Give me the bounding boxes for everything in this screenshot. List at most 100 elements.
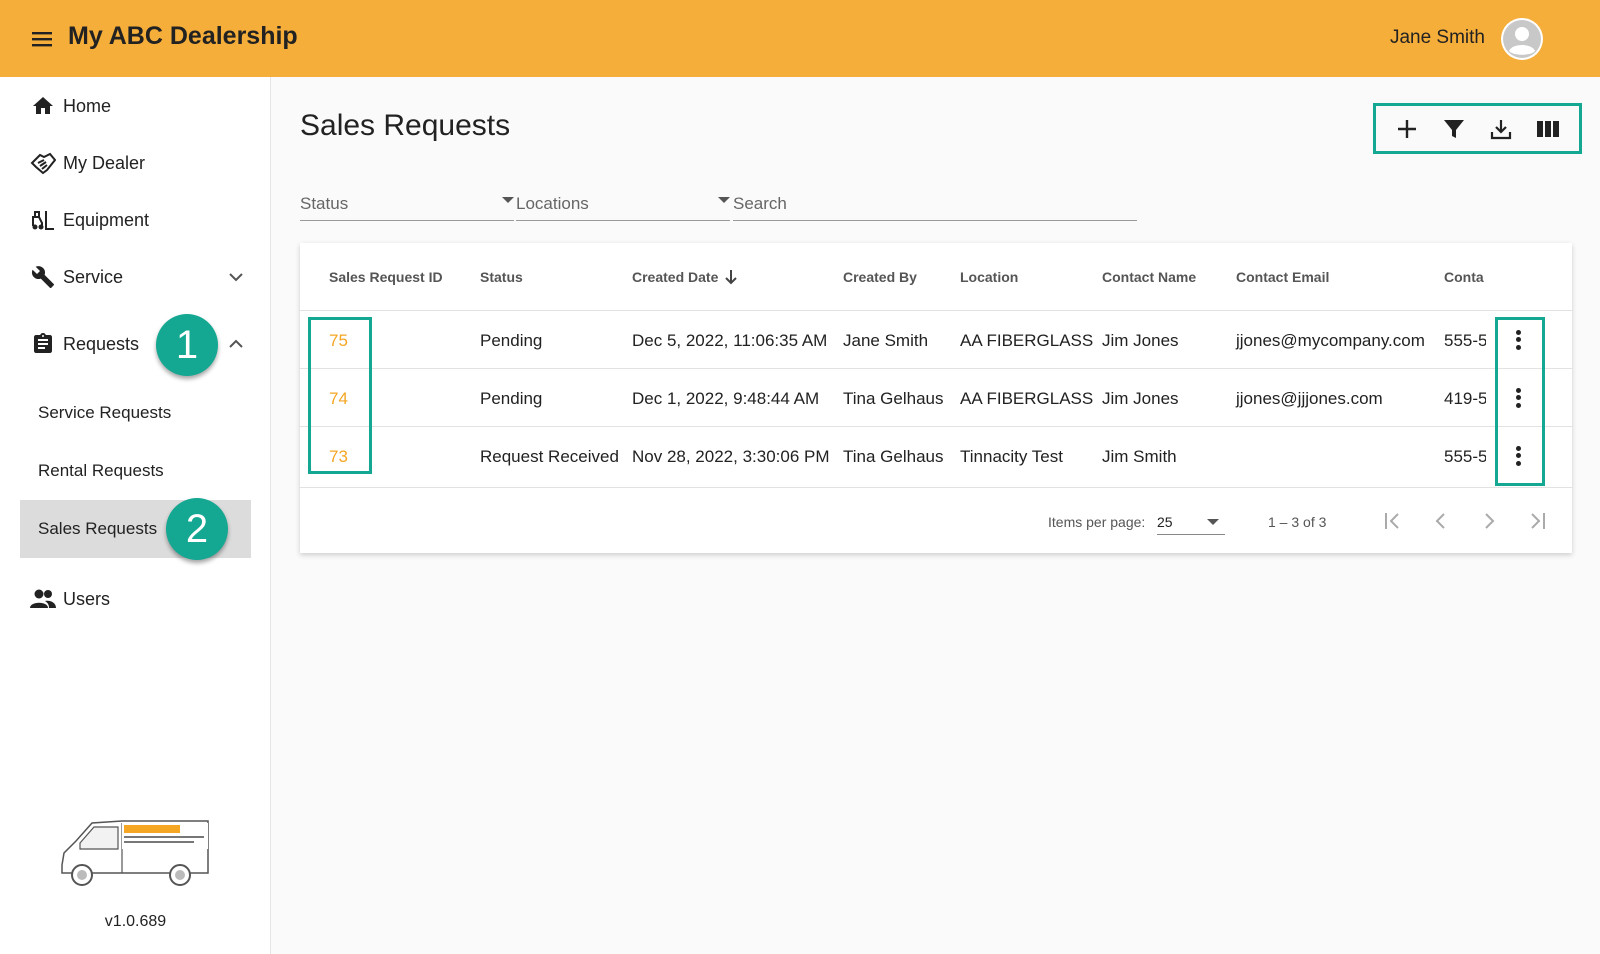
chevron-right-icon — [1485, 513, 1495, 529]
cell-contact-name: Jim Jones — [1102, 331, 1179, 350]
column-header-created-by[interactable]: Created By — [843, 269, 917, 285]
cell-contact-phone: 419-5 — [1444, 389, 1486, 408]
table-toolbar — [1373, 103, 1582, 154]
cell-location: Tinnacity Test — [960, 447, 1063, 466]
first-page-icon — [1385, 513, 1399, 529]
row-actions-menu-icon[interactable] — [1508, 325, 1528, 355]
last-page-button[interactable] — [1524, 508, 1550, 534]
sidebar-item-label: Home — [63, 95, 112, 116]
column-header-contact-email[interactable]: Contact Email — [1236, 269, 1329, 285]
row-actions-menu-icon[interactable] — [1508, 383, 1528, 413]
sidebar-item-equipment[interactable]: Equipment — [0, 197, 271, 243]
column-header-id[interactable]: Sales Request ID — [329, 269, 443, 285]
sidebar-subitem-label: Sales Requests — [38, 519, 158, 538]
download-button[interactable] — [1486, 114, 1516, 144]
sidebar-item-home[interactable]: Home — [0, 83, 271, 129]
column-header-contact-name[interactable]: Contact Name — [1102, 269, 1196, 285]
add-icon — [1398, 119, 1417, 138]
cell-created-date: Dec 1, 2022, 9:48:44 AM — [632, 389, 820, 408]
chevron-left-icon — [1435, 513, 1445, 529]
table-row[interactable]: 75 Pending Dec 5, 2022, 11:06:35 AM Jane… — [300, 310, 1572, 368]
sales-requests-table: Sales Request ID Status Created Date Cre… — [300, 243, 1572, 553]
cell-created-by: Tina Gelhaus — [843, 447, 944, 466]
table-row[interactable]: 73 Request Received Nov 28, 2022, 3:30:0… — [300, 426, 1572, 484]
dropdown-arrow-icon — [718, 197, 730, 203]
wrench-icon — [30, 264, 56, 290]
sidebar-item-label: Requests — [63, 333, 140, 354]
sidebar-item-label: Equipment — [63, 209, 150, 230]
status-filter-select[interactable]: Status — [300, 188, 514, 221]
next-page-button[interactable] — [1476, 508, 1502, 534]
clipboard-icon — [30, 331, 56, 357]
page-title: Sales Requests — [300, 109, 511, 142]
request-id-link[interactable]: 73 — [329, 447, 348, 467]
previous-page-button[interactable] — [1428, 508, 1454, 534]
columns-button[interactable] — [1533, 114, 1563, 144]
paginator: Items per page: 25 1 – 3 of 3 — [300, 487, 1572, 553]
forklift-icon — [30, 207, 56, 233]
app-header: My ABC Dealership Jane Smith — [0, 0, 1600, 77]
callout-badge-2: 2 — [166, 498, 228, 560]
add-button[interactable] — [1392, 114, 1422, 144]
request-id-link[interactable]: 74 — [329, 389, 348, 409]
user-avatar-icon — [1503, 20, 1541, 58]
items-per-page-label: Items per page: — [1048, 514, 1146, 530]
filter-button[interactable] — [1439, 114, 1469, 144]
app-version: v1.0.689 — [104, 913, 167, 930]
chevron-down-icon — [226, 267, 246, 287]
locations-filter-select[interactable]: Locations — [516, 188, 730, 221]
cell-contact-phone: 555-5 — [1444, 447, 1486, 466]
items-per-page-select[interactable]: 25 — [1157, 506, 1225, 535]
first-page-button[interactable] — [1380, 508, 1406, 534]
menu-icon[interactable] — [30, 27, 54, 51]
sidebar-item-users[interactable]: Users — [0, 576, 271, 622]
sidebar-item-requests[interactable]: Requests — [0, 321, 271, 367]
users-icon — [30, 586, 56, 612]
column-header-location[interactable]: Location — [960, 269, 1018, 285]
search-input[interactable]: Search — [733, 188, 1137, 221]
user-name[interactable]: Jane Smith — [1390, 27, 1485, 49]
column-header-status[interactable]: Status — [480, 269, 523, 285]
column-header-created-date[interactable]: Created Date — [632, 269, 718, 285]
columns-icon — [1536, 120, 1559, 137]
sidebar-item-label: My Dealer — [63, 152, 146, 173]
cell-created-date: Dec 5, 2022, 11:06:35 AM — [632, 331, 828, 350]
callout-badge-1: 1 — [156, 314, 218, 376]
dropdown-arrow-icon — [1207, 519, 1219, 525]
cell-status: Pending — [480, 331, 543, 350]
items-per-page-value: 25 — [1157, 514, 1173, 530]
sidebar-subitem-service-requests[interactable]: Service Requests — [20, 384, 251, 442]
request-id-link[interactable]: 75 — [329, 331, 348, 351]
locations-filter-label: Locations — [516, 194, 589, 213]
row-actions-menu-icon[interactable] — [1508, 441, 1528, 471]
dealership-van-logo — [58, 817, 210, 889]
sidebar-item-label: Service — [63, 266, 124, 287]
home-icon — [30, 93, 56, 119]
cell-contact-email: jjones@jjjones.com — [1236, 389, 1383, 408]
cell-status: Request Received — [480, 447, 619, 466]
page-range-label: 1 – 3 of 3 — [1268, 514, 1327, 530]
chevron-up-icon — [226, 334, 246, 354]
cell-location: AA FIBERGLASS — [960, 389, 1094, 408]
cell-contact-email: jjones@mycompany.com — [1236, 331, 1425, 350]
avatar[interactable] — [1501, 18, 1543, 60]
cell-contact-phone: 555-5 — [1444, 331, 1486, 350]
sidebar-subitem-label: Service Requests — [38, 403, 172, 422]
sidebar: Home My Dealer Equipment Service Request… — [0, 77, 271, 954]
column-header-contact-phone[interactable]: Conta — [1444, 269, 1486, 285]
sidebar-subitem-rental-requests[interactable]: Rental Requests — [20, 442, 251, 500]
dropdown-arrow-icon — [502, 197, 514, 203]
cell-created-date: Nov 28, 2022, 3:30:06 PM — [632, 447, 830, 466]
handshake-icon — [30, 150, 56, 176]
cell-created-by: Tina Gelhaus — [843, 389, 944, 408]
search-placeholder: Search — [733, 194, 787, 213]
cell-contact-name: Jim Smith — [1102, 447, 1177, 466]
sidebar-item-service[interactable]: Service — [0, 254, 271, 300]
cell-created-by: Jane Smith — [843, 331, 929, 350]
cell-contact-name: Jim Jones — [1102, 389, 1179, 408]
app-title: My ABC Dealership — [68, 22, 298, 50]
sidebar-item-my-dealer[interactable]: My Dealer — [0, 140, 271, 186]
cell-location: AA FIBERGLASS — [960, 331, 1094, 350]
filter-icon — [1444, 119, 1465, 138]
table-row[interactable]: 74 Pending Dec 1, 2022, 9:48:44 AM Tina … — [300, 368, 1572, 426]
